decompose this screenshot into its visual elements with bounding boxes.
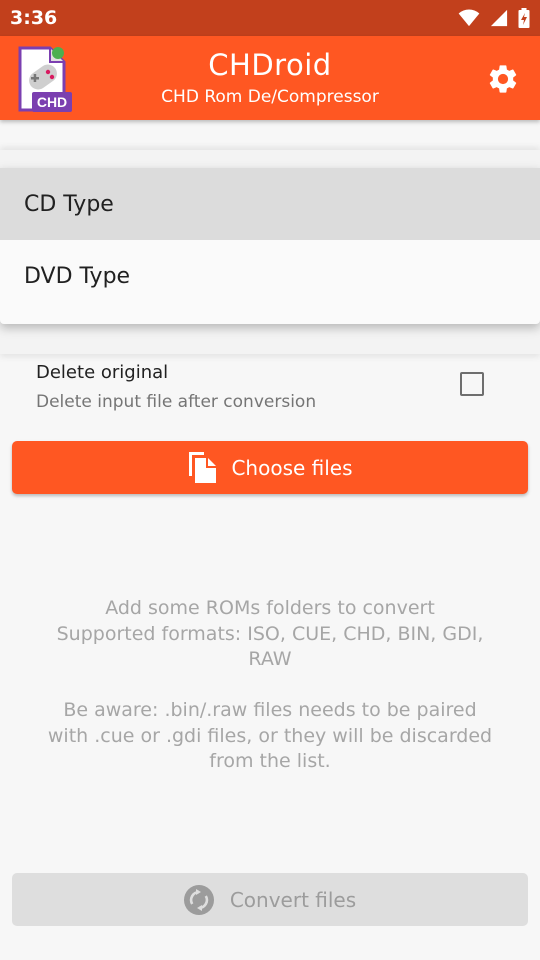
info-line: Add some ROMs folders to convert [105,597,435,619]
info-line: with .cue or .gdi files, or they will be… [47,724,493,747]
disc-type-dropdown-menu: CD Type DVD Type [0,168,540,324]
card-edge-bottom [0,324,540,354]
dropdown-option-label: CD Type [24,191,114,217]
dropdown-option-dvd-type[interactable]: DVD Type [0,240,540,312]
sync-icon [183,884,214,915]
status-bar: 3:36 [0,0,540,36]
choose-files-label: Choose files [231,455,353,480]
status-time: 3:36 [10,7,58,29]
pairing-warning-text: Be aware: .bin/.raw files needs to be pa… [20,698,520,775]
delete-original-subtitle: Delete input file after conversion [36,392,317,412]
choose-files-button[interactable]: Choose files [12,441,528,494]
wifi-icon [458,9,480,27]
app-title: CHDroid [208,48,332,82]
info-line: from the list. [209,750,331,772]
delete-original-title: Delete original [36,362,169,383]
dropdown-option-cd-type[interactable]: CD Type [0,168,540,240]
status-icons [458,8,530,28]
signal-icon [490,9,508,27]
delete-original-checkbox[interactable] [460,372,484,396]
app-subtitle: CHD Rom De/Compressor [161,87,379,107]
info-line: Be aware: .bin/.raw files needs to be pa… [63,699,477,721]
convert-files-label: Convert files [229,887,357,912]
app-bar: CHD CHDroid CHD Rom De/Compressor [0,36,540,120]
battery-charging-icon [518,8,530,28]
copy-files-icon [189,451,217,483]
gear-icon[interactable] [486,62,520,96]
delete-original-option[interactable]: Delete original Delete input file after … [36,358,506,418]
info-line: Supported formats: ISO, CUE, CHD, BIN, G… [56,622,484,645]
supported-formats-text: Add some ROMs folders to convert Support… [20,596,520,673]
convert-files-button[interactable]: Convert files [12,873,528,926]
card-edge-top [0,150,540,170]
dropdown-option-label: DVD Type [24,263,131,289]
info-line: RAW [248,648,292,670]
